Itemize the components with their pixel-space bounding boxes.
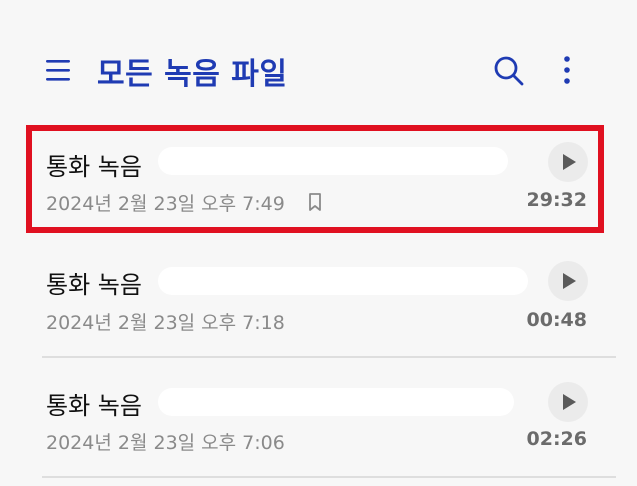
recording-item[interactable]: 통화 녹음 2024년 2월 23일 오후 7:18 00:48 bbox=[0, 243, 637, 361]
page-title: 모든 녹음 파일 bbox=[97, 57, 288, 92]
redacted-caller-info bbox=[158, 388, 514, 416]
redacted-caller-info bbox=[158, 267, 528, 295]
search-icon[interactable] bbox=[490, 52, 526, 88]
play-icon bbox=[563, 273, 576, 289]
recording-title: 통화 녹음 bbox=[46, 271, 142, 299]
recording-duration: 02:26 bbox=[526, 428, 587, 450]
hamburger-menu-icon[interactable] bbox=[40, 52, 80, 88]
highlight-box bbox=[26, 125, 604, 233]
more-vertical-icon[interactable] bbox=[552, 52, 582, 88]
play-icon bbox=[563, 394, 576, 410]
recording-duration: 00:48 bbox=[526, 309, 587, 331]
recording-item[interactable]: 통화 녹음 2024년 2월 23일 오후 7:06 02:26 bbox=[0, 362, 637, 480]
app-header: 모든 녹음 파일 bbox=[0, 0, 637, 130]
recordings-screen: 모든 녹음 파일 통화 녹음 2024년 2월 23일 오후 7:49 29:3… bbox=[0, 0, 637, 486]
recording-title: 통화 녹음 bbox=[46, 392, 142, 420]
play-button[interactable] bbox=[548, 382, 588, 422]
play-button[interactable] bbox=[548, 261, 588, 301]
recording-date: 2024년 2월 23일 오후 7:06 bbox=[46, 432, 285, 454]
list-divider bbox=[42, 356, 616, 358]
list-divider bbox=[42, 476, 616, 478]
recording-date: 2024년 2월 23일 오후 7:18 bbox=[46, 312, 285, 334]
